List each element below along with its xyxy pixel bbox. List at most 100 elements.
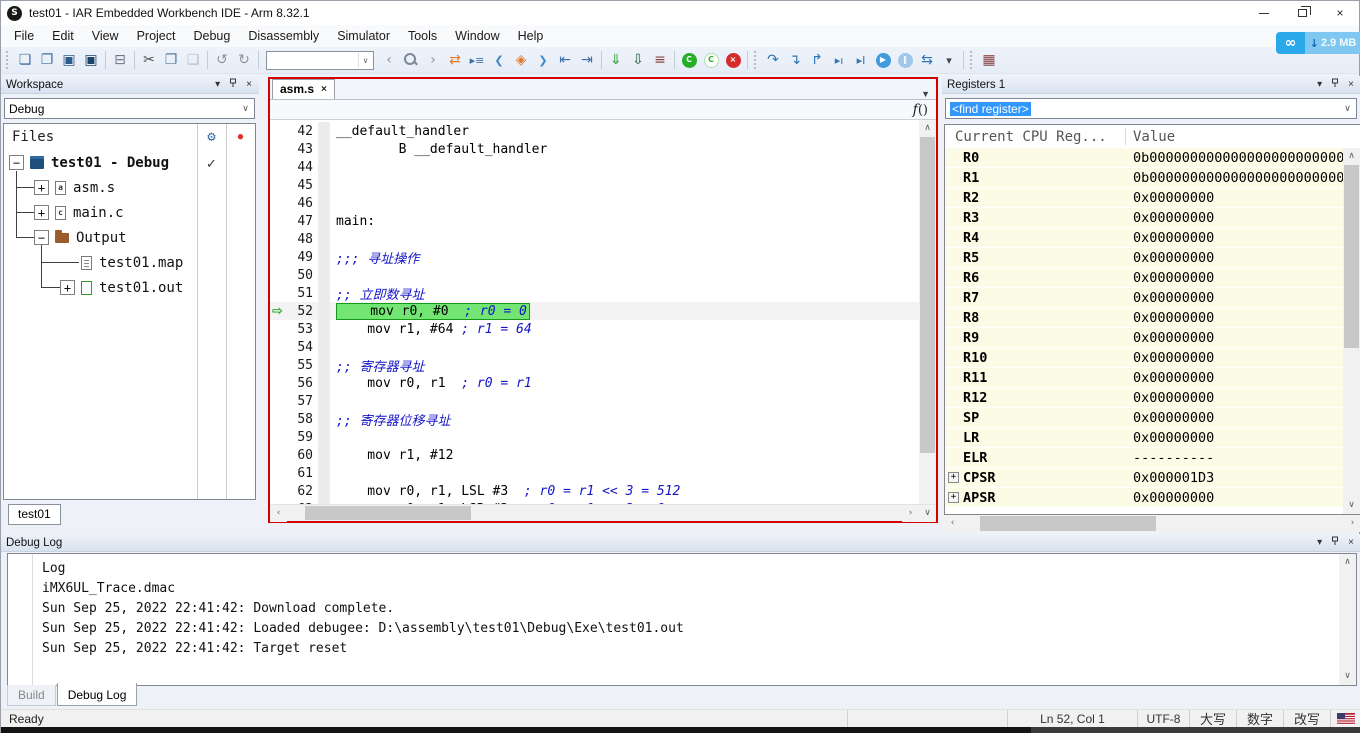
new-document-icon[interactable]: ❏ bbox=[14, 50, 36, 70]
step-out-icon[interactable]: ↱ bbox=[806, 50, 828, 70]
code-line-45[interactable]: 45 bbox=[270, 176, 919, 194]
breakpoint-gutter[interactable] bbox=[318, 284, 330, 302]
register-value[interactable]: 0x00000000 bbox=[1133, 230, 1214, 246]
register-row-r6[interactable]: R60x00000000 bbox=[945, 268, 1343, 288]
register-value[interactable]: 0x00000000 bbox=[1133, 190, 1214, 206]
stop-debugger-icon[interactable]: × bbox=[722, 50, 744, 70]
make-icon[interactable]: ⇓ bbox=[605, 50, 627, 70]
bookmark-icon[interactable]: ◈ bbox=[510, 50, 532, 70]
menu-view[interactable]: View bbox=[83, 25, 128, 47]
scroll-right-icon[interactable]: › bbox=[902, 505, 919, 522]
copy-icon[interactable]: ❐ bbox=[160, 50, 182, 70]
scroll-down-icon[interactable]: ∨ bbox=[919, 505, 936, 522]
line-number[interactable]: 47 bbox=[285, 214, 318, 229]
breakpoint-gutter[interactable] bbox=[318, 320, 330, 338]
collapse-icon[interactable]: − bbox=[9, 155, 24, 170]
scroll-down-icon[interactable]: ∨ bbox=[1339, 668, 1356, 685]
register-value[interactable]: 0x00000000 bbox=[1133, 430, 1214, 446]
line-number[interactable]: 42 bbox=[285, 124, 318, 139]
register-value[interactable]: 0x00000000 bbox=[1133, 370, 1214, 386]
line-number[interactable]: 60 bbox=[285, 448, 318, 463]
register-row-r5[interactable]: R50x00000000 bbox=[945, 248, 1343, 268]
navigate-back-icon[interactable]: ❮ bbox=[488, 50, 510, 70]
breakpoint-gutter[interactable] bbox=[318, 482, 330, 500]
code-line-47[interactable]: 47main: bbox=[270, 212, 919, 230]
breakpoint-dot-icon[interactable]: ● bbox=[226, 132, 255, 142]
memory-window-icon[interactable]: ▦ bbox=[978, 50, 1000, 70]
debug-without-downloading-icon[interactable]: ≡ bbox=[649, 50, 671, 70]
line-number[interactable]: 53 bbox=[285, 322, 318, 337]
code-line-54[interactable]: 54 bbox=[270, 338, 919, 356]
panel-close-icon[interactable]: × bbox=[1348, 80, 1354, 90]
tree-item-asm-s[interactable]: +aasm.s bbox=[4, 175, 197, 200]
hscroll-thumb[interactable] bbox=[980, 516, 1156, 531]
register-row-r11[interactable]: R110x00000000 bbox=[945, 368, 1343, 388]
panel-close-icon[interactable]: × bbox=[1348, 538, 1354, 548]
line-number[interactable]: 50 bbox=[285, 268, 318, 283]
tab-asm-s[interactable]: asm.s × bbox=[272, 79, 335, 99]
step-into-icon[interactable]: ↴ bbox=[784, 50, 806, 70]
register-value[interactable]: 0x00000000 bbox=[1133, 410, 1214, 426]
minimize-button[interactable] bbox=[1245, 1, 1283, 25]
expand-icon[interactable]: + bbox=[948, 492, 959, 503]
line-number[interactable]: 46 bbox=[285, 196, 318, 211]
line-number[interactable]: 48 bbox=[285, 232, 318, 247]
register-row-r3[interactable]: R30x00000000 bbox=[945, 208, 1343, 228]
panel-menu-icon[interactable]: ▾ bbox=[215, 80, 220, 90]
breakpoint-gutter[interactable] bbox=[318, 248, 330, 266]
code-line-53[interactable]: 53 mov r1, #64 ; r1 = 64 bbox=[270, 320, 919, 338]
settings-gear-icon[interactable]: ⚙ bbox=[197, 129, 226, 145]
undo-icon[interactable]: ↺ bbox=[211, 50, 233, 70]
download-speed-badge[interactable]: ∞ ↓ 2.9 MB bbox=[1276, 32, 1360, 54]
register-value[interactable]: 0x00000000 bbox=[1133, 350, 1214, 366]
config-selector[interactable]: Debug ∨ bbox=[4, 98, 255, 119]
maximize-button[interactable] bbox=[1283, 1, 1321, 25]
menu-debug[interactable]: Debug bbox=[184, 25, 239, 47]
vscroll-thumb[interactable] bbox=[920, 137, 935, 453]
breakpoint-gutter[interactable] bbox=[318, 410, 330, 428]
workspace-tab-test01[interactable]: test01 bbox=[8, 504, 61, 525]
code-line-60[interactable]: 60 mov r1, #12 bbox=[270, 446, 919, 464]
tree-item-output[interactable]: −Output bbox=[4, 225, 197, 250]
restart-debugger-icon[interactable]: C bbox=[678, 50, 700, 70]
register-row-r1[interactable]: R10b00000000000000000000000000000000 bbox=[945, 168, 1343, 188]
vscroll-thumb[interactable] bbox=[1344, 165, 1359, 348]
close-button[interactable]: × bbox=[1321, 1, 1359, 25]
menu-edit[interactable]: Edit bbox=[43, 25, 83, 47]
code-line-61[interactable]: 61 bbox=[270, 464, 919, 482]
code-line-49[interactable]: 49;;; 寻址操作 bbox=[270, 248, 919, 266]
code-line-51[interactable]: 51;; 立即数寻址 bbox=[270, 284, 919, 302]
scroll-down-icon[interactable]: ∨ bbox=[1343, 497, 1360, 514]
hscroll-track[interactable] bbox=[961, 515, 1344, 532]
open-document-icon[interactable]: ❐ bbox=[36, 50, 58, 70]
code-line-55[interactable]: 55;; 寄存器寻址 bbox=[270, 356, 919, 374]
register-value[interactable]: 0x00000000 bbox=[1133, 490, 1214, 506]
register-value[interactable]: 0x00000000 bbox=[1133, 390, 1214, 406]
menu-simulator[interactable]: Simulator bbox=[328, 25, 399, 47]
pin-icon[interactable] bbox=[1331, 78, 1339, 91]
vscroll-track[interactable] bbox=[1343, 165, 1360, 497]
stop-debug-session-icon[interactable]: ⇆ bbox=[916, 50, 938, 70]
panel-close-icon[interactable]: × bbox=[246, 80, 252, 90]
cut-icon[interactable]: ✂ bbox=[138, 50, 160, 70]
tab-list-arrow-icon[interactable]: ▼ bbox=[921, 89, 936, 99]
pin-icon[interactable] bbox=[1331, 536, 1339, 549]
paste-icon[interactable]: ❑ bbox=[182, 50, 204, 70]
find-register-combo[interactable]: <find register> ∨ bbox=[945, 98, 1357, 119]
tab-build[interactable]: Build bbox=[7, 685, 56, 706]
code-line-44[interactable]: 44 bbox=[270, 158, 919, 176]
register-value[interactable]: 0x00000000 bbox=[1133, 210, 1214, 226]
breakpoint-gutter[interactable] bbox=[318, 446, 330, 464]
line-number[interactable]: 56 bbox=[285, 376, 318, 391]
registers-vscrollbar[interactable]: ∧ ∨ bbox=[1343, 148, 1360, 514]
register-value[interactable]: 0x00000000 bbox=[1133, 290, 1214, 306]
line-number[interactable]: 58 bbox=[285, 412, 318, 427]
hscroll-thumb[interactable] bbox=[305, 506, 471, 520]
line-number[interactable]: 45 bbox=[285, 178, 318, 193]
line-number[interactable]: 43 bbox=[285, 142, 318, 157]
register-value[interactable]: 0x00000000 bbox=[1133, 250, 1214, 266]
pin-icon[interactable] bbox=[229, 78, 237, 91]
save-icon[interactable]: ▣ bbox=[58, 50, 80, 70]
quick-search-combo[interactable]: ∨ bbox=[266, 51, 374, 70]
breakpoint-gutter[interactable] bbox=[318, 176, 330, 194]
